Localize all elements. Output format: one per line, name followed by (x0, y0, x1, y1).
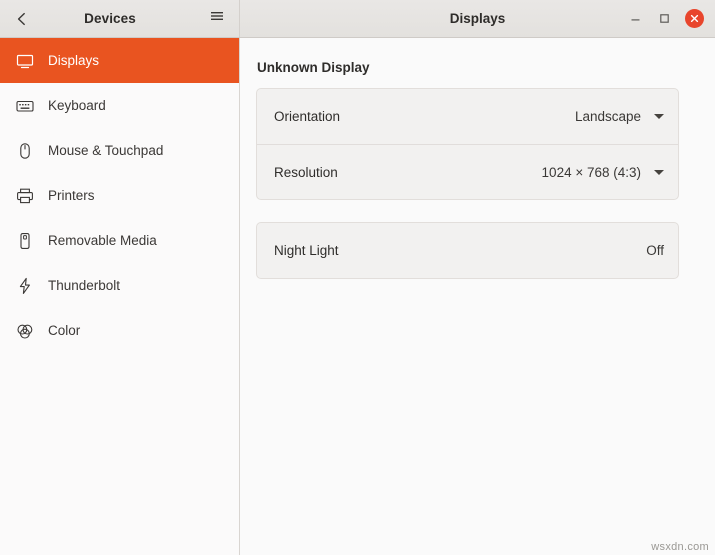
night-light-value: Off (646, 243, 664, 258)
sidebar-item-removable-media[interactable]: Removable Media (0, 218, 239, 263)
sidebar-item-printers[interactable]: Printers (0, 173, 239, 218)
maximize-button[interactable] (656, 10, 673, 27)
settings-window: Devices Displays Displays Keyboard Mouse… (0, 0, 715, 555)
sidebar-item-mouse-touchpad[interactable]: Mouse & Touchpad (0, 128, 239, 173)
sidebar-item-label: Removable Media (48, 233, 157, 248)
panel-title-devices: Devices (84, 11, 136, 26)
hamburger-menu-icon (209, 8, 225, 29)
sidebar-item-displays[interactable]: Displays (0, 38, 239, 83)
display-settings-card: Orientation Landscape Resolution 1024 × … (256, 88, 679, 200)
window-body: Displays Keyboard Mouse & Touchpad Print… (0, 38, 715, 555)
orientation-dropdown[interactable]: Landscape (575, 109, 664, 124)
close-button[interactable] (685, 9, 704, 28)
display-icon (16, 52, 34, 70)
night-light-row[interactable]: Night Light Off (257, 223, 678, 278)
keyboard-icon (16, 97, 34, 115)
sidebar-item-label: Displays (48, 53, 100, 68)
sidebar-item-label: Thunderbolt (48, 278, 121, 293)
orientation-value: Landscape (574, 109, 641, 124)
resolution-label: Resolution (274, 164, 338, 180)
card-spacer (256, 200, 679, 222)
night-light-label: Night Light (274, 243, 339, 258)
sidebar-item-label: Color (48, 323, 81, 338)
sidebar: Displays Keyboard Mouse & Touchpad Print… (0, 38, 240, 555)
sidebar-item-label: Mouse & Touchpad (48, 143, 164, 158)
chevron-down-icon (654, 114, 664, 119)
removable-media-icon (16, 232, 34, 250)
window-controls (627, 9, 715, 28)
resolution-dropdown[interactable]: 1024 × 768 (4:3) (542, 165, 664, 180)
display-name-heading: Unknown Display (257, 60, 370, 75)
night-light-state[interactable]: Off (646, 243, 664, 258)
orientation-label: Orientation (274, 109, 341, 124)
color-icon (16, 322, 34, 340)
mouse-icon (16, 142, 34, 160)
sidebar-item-color[interactable]: Color (0, 308, 239, 353)
chevron-down-icon (654, 169, 664, 175)
resolution-row[interactable]: Resolution 1024 × 768 (4:3) (257, 144, 678, 199)
sidebar-item-label: Printers (48, 188, 95, 203)
orientation-row[interactable]: Orientation Landscape (257, 89, 678, 144)
header-bar: Devices Displays (0, 0, 715, 38)
sidebar-item-keyboard[interactable]: Keyboard (0, 83, 239, 128)
sidebar-item-label: Keyboard (48, 98, 106, 113)
menu-button[interactable] (201, 5, 233, 33)
night-light-card: Night Light Off (256, 222, 679, 279)
printer-icon (16, 187, 34, 205)
thunderbolt-icon (16, 277, 34, 295)
header-right-pane: Displays (240, 0, 715, 37)
resolution-value: 1024 × 768 (4:3) (541, 164, 641, 180)
sidebar-item-thunderbolt[interactable]: Thunderbolt (0, 263, 239, 308)
minimize-button[interactable] (627, 10, 644, 27)
content-area: Unknown Display Orientation Landscape Re… (240, 38, 715, 555)
header-left-pane: Devices (0, 0, 240, 37)
watermark: wsxdn.com (651, 541, 709, 553)
